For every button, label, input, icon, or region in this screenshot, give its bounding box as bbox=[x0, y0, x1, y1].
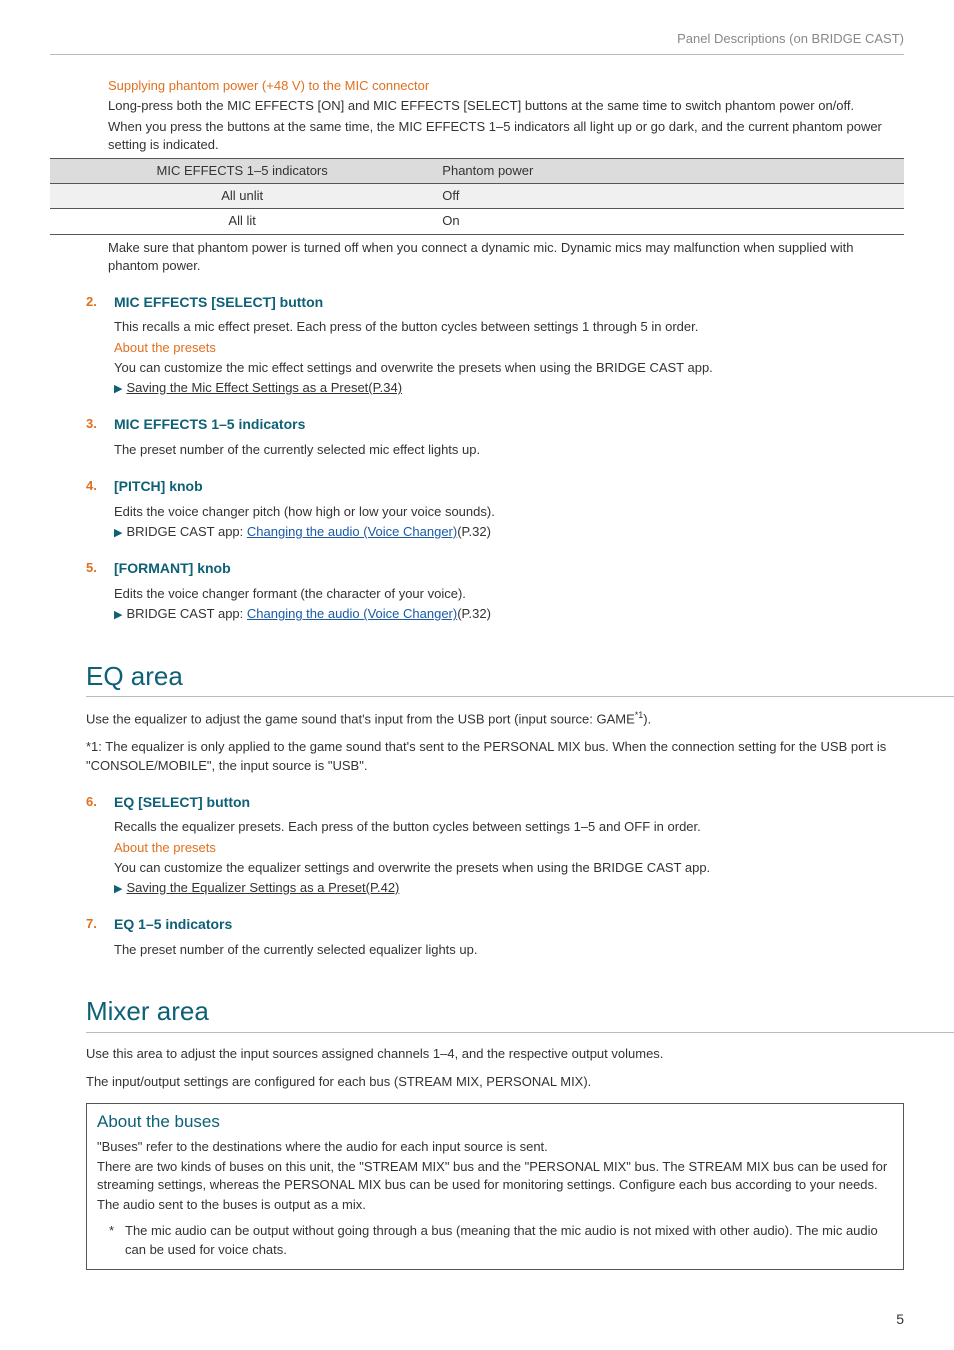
item-5-link-row: ▶ BRIDGE CAST app: Changing the audio (Vo… bbox=[114, 605, 904, 623]
eq-p1: Use the equalizer to adjust the game sou… bbox=[86, 709, 904, 729]
phantom-section: Supplying phantom power (+48 V) to the M… bbox=[108, 77, 904, 154]
about-buses-box: About the buses "Buses" refer to the des… bbox=[86, 1103, 904, 1270]
item-4-body: Edits the voice changer pitch (how high … bbox=[114, 503, 904, 542]
item-6-p1: Recalls the equalizer presets. Each pres… bbox=[114, 818, 904, 836]
phantom-r1c2: Off bbox=[434, 184, 904, 209]
about-buses-heading: About the buses bbox=[97, 1110, 893, 1134]
breadcrumb: Panel Descriptions (on BRIDGE CAST) bbox=[677, 31, 904, 46]
mixer-area-heading: Mixer area bbox=[86, 993, 954, 1032]
buses-note: * The mic audio can be output without go… bbox=[109, 1222, 893, 1258]
eq-p1a: Use the equalizer to adjust the game sou… bbox=[86, 711, 635, 726]
arrow-icon: ▶ bbox=[114, 609, 122, 621]
page-header: Panel Descriptions (on BRIDGE CAST) bbox=[50, 30, 904, 55]
eq-p2: *1: The equalizer is only applied to the… bbox=[86, 738, 904, 774]
phantom-table: MIC EFFECTS 1–5 indicators Phantom power… bbox=[50, 158, 904, 235]
phantom-heading: Supplying phantom power (+48 V) to the M… bbox=[108, 77, 904, 95]
item-4-p1: Edits the voice changer pitch (how high … bbox=[114, 503, 904, 521]
arrow-icon: ▶ bbox=[114, 383, 122, 395]
item-2-p2: You can customize the mic effect setting… bbox=[114, 359, 904, 377]
item-num: 2. bbox=[86, 293, 114, 313]
item-5-p1: Edits the voice changer formant (the cha… bbox=[114, 585, 904, 603]
item-7-body: The preset number of the currently selec… bbox=[114, 941, 904, 959]
buses-p3: The audio sent to the buses is output as… bbox=[97, 1196, 893, 1214]
item-6-link-row: ▶ Saving the Equalizer Settings as a Pres… bbox=[114, 879, 904, 897]
eq-area-heading: EQ area bbox=[86, 658, 954, 697]
phantom-note: Make sure that phantom power is turned o… bbox=[108, 239, 904, 275]
item-2-link-row: ▶ Saving the Mic Effect Settings as a Pre… bbox=[114, 379, 904, 397]
item-3: 3. MIC EFFECTS 1–5 indicators bbox=[86, 415, 904, 435]
phantom-r1c1: All unlit bbox=[50, 184, 434, 209]
item-num: 3. bbox=[86, 415, 114, 435]
item-6: 6. EQ [SELECT] button bbox=[86, 793, 904, 813]
item-num: 6. bbox=[86, 793, 114, 813]
page-number: 5 bbox=[896, 1310, 904, 1330]
item-3-body: The preset number of the currently selec… bbox=[114, 441, 904, 459]
item-4-link-row: ▶ BRIDGE CAST app: Changing the audio (Vo… bbox=[114, 523, 904, 541]
item-7: 7. EQ 1–5 indicators bbox=[86, 915, 904, 935]
buses-p1: "Buses" refer to the destinations where … bbox=[97, 1138, 893, 1156]
buses-p2: There are two kinds of buses on this uni… bbox=[97, 1158, 893, 1194]
about-presets: About the presets bbox=[114, 839, 904, 857]
phantom-p2: When you press the buttons at the same t… bbox=[108, 118, 904, 154]
item-2: 2. MIC EFFECTS [SELECT] button bbox=[86, 293, 904, 313]
arrow-icon: ▶ bbox=[114, 883, 122, 895]
item-5-pre: BRIDGE CAST app: bbox=[126, 606, 246, 621]
saving-mic-preset-link[interactable]: Saving the Mic Effect Settings as a Pres… bbox=[126, 380, 402, 395]
item-6-p2: You can customize the equalizer settings… bbox=[114, 859, 904, 877]
item-title: MIC EFFECTS [SELECT] button bbox=[114, 293, 323, 313]
item-num: 5. bbox=[86, 559, 114, 579]
item-5-body: Edits the voice changer formant (the cha… bbox=[114, 585, 904, 624]
item-7-p1: The preset number of the currently selec… bbox=[114, 941, 904, 959]
item-4-pre: BRIDGE CAST app: bbox=[126, 524, 246, 539]
about-presets: About the presets bbox=[114, 339, 904, 357]
item-num: 7. bbox=[86, 915, 114, 935]
item-6-body: Recalls the equalizer presets. Each pres… bbox=[114, 818, 904, 897]
table-row: All unlit Off bbox=[50, 184, 904, 209]
voice-changer-link[interactable]: Changing the audio (Voice Changer) bbox=[247, 606, 457, 621]
item-title: [PITCH] knob bbox=[114, 477, 203, 497]
item-title: [FORMANT] knob bbox=[114, 559, 231, 579]
arrow-icon: ▶ bbox=[114, 527, 122, 539]
phantom-r2c1: All lit bbox=[50, 209, 434, 234]
mixer-p2: The input/output settings are configured… bbox=[86, 1073, 904, 1091]
eq-p1b: ). bbox=[643, 711, 651, 726]
item-4-post: (P.32) bbox=[457, 524, 491, 539]
item-title: EQ 1–5 indicators bbox=[114, 915, 232, 935]
item-4: 4. [PITCH] knob bbox=[86, 477, 904, 497]
item-num: 4. bbox=[86, 477, 114, 497]
item-5: 5. [FORMANT] knob bbox=[86, 559, 904, 579]
saving-eq-preset-link[interactable]: Saving the Equalizer Settings as a Prese… bbox=[126, 880, 399, 895]
mixer-p1: Use this area to adjust the input source… bbox=[86, 1045, 904, 1063]
item-title: MIC EFFECTS 1–5 indicators bbox=[114, 415, 305, 435]
phantom-r2c2: On bbox=[434, 209, 904, 234]
item-2-body: This recalls a mic effect preset. Each p… bbox=[114, 318, 904, 397]
buses-note-text: The mic audio can be output without goin… bbox=[125, 1222, 893, 1258]
phantom-th2: Phantom power bbox=[434, 158, 904, 183]
item-2-p1: This recalls a mic effect preset. Each p… bbox=[114, 318, 904, 336]
item-title: EQ [SELECT] button bbox=[114, 793, 250, 813]
phantom-th1: MIC EFFECTS 1–5 indicators bbox=[50, 158, 434, 183]
item-3-p1: The preset number of the currently selec… bbox=[114, 441, 904, 459]
phantom-p1: Long-press both the MIC EFFECTS [ON] and… bbox=[108, 97, 904, 115]
table-row: All lit On bbox=[50, 209, 904, 234]
voice-changer-link[interactable]: Changing the audio (Voice Changer) bbox=[247, 524, 457, 539]
item-5-post: (P.32) bbox=[457, 606, 491, 621]
asterisk: * bbox=[109, 1222, 125, 1258]
